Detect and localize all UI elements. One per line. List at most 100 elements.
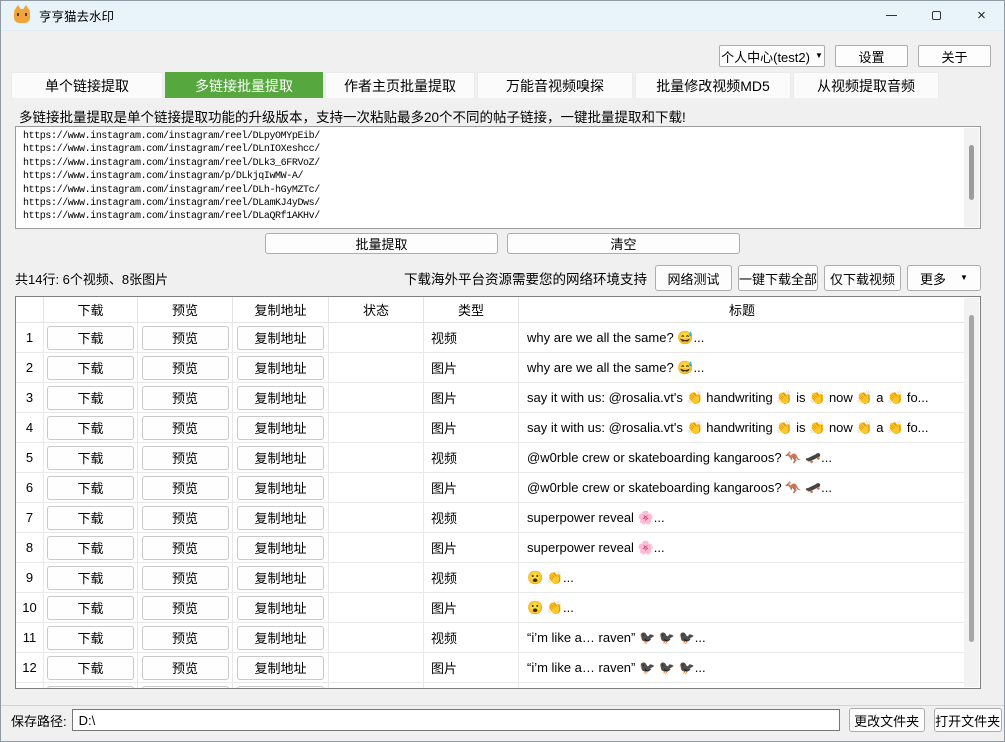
action-row: 批量提取 清空 [1, 233, 1004, 254]
row-title: superpower reveal 🌸... [519, 503, 965, 532]
row-download-button[interactable]: 下载 [47, 536, 134, 560]
row-download-button[interactable]: 下载 [47, 386, 134, 410]
tab-1[interactable]: 单个链接提取 [11, 72, 163, 98]
row-download-button[interactable]: 下载 [47, 626, 134, 650]
row-copy-button[interactable]: 复制地址 [237, 566, 324, 590]
row-type: 图片 [424, 653, 519, 682]
row-preview-button[interactable]: 预览 [142, 386, 229, 410]
row-preview-button[interactable]: 预览 [142, 656, 229, 680]
save-path-input[interactable] [72, 709, 840, 731]
batch-extract-button[interactable]: 批量提取 [265, 233, 498, 254]
table-scrollbar[interactable] [964, 298, 979, 687]
row-type [424, 683, 519, 689]
row-preview-button[interactable]: 预览 [142, 446, 229, 470]
row-copy-button[interactable]: 复制地址 [237, 596, 324, 620]
row-download-button[interactable]: 下载 [47, 596, 134, 620]
row-title: 😮 👏... [519, 563, 965, 592]
row-preview-button[interactable]: 预览 [142, 566, 229, 590]
tab-2[interactable]: 多链接批量提取 [165, 72, 323, 98]
row-preview-button[interactable]: 预览 [142, 506, 229, 530]
row-index: 3 [16, 383, 44, 412]
row-download-button[interactable]: 下载 [47, 326, 134, 350]
network-hint: 下载海外平台资源需要您的网络环境支持 [404, 268, 647, 288]
table-row: 3 下载 预览 复制地址 图片 say it with us: @rosalia… [16, 383, 965, 413]
table-row: 7 下载 预览 复制地址 视频 superpower reveal 🌸... [16, 503, 965, 533]
row-status [329, 353, 424, 382]
minimize-button[interactable] [869, 1, 914, 30]
row-copy-button[interactable]: 复制地址 [237, 326, 324, 350]
row-preview-button[interactable]: 预览 [142, 536, 229, 560]
table-row: 11 下载 预览 复制地址 视频 “i’m like a… raven” 🐦‍⬛… [16, 623, 965, 653]
row-index: 11 [16, 623, 44, 652]
row-copy-button[interactable]: 复制地址 [237, 506, 324, 530]
more-dropdown[interactable]: 更多 ▼ [907, 265, 981, 291]
download-video-only-button[interactable]: 仅下载视频 [824, 265, 901, 291]
row-type: 视频 [424, 563, 519, 592]
tab-4[interactable]: 万能音视频嗅探 [477, 72, 633, 98]
row-title [519, 683, 965, 689]
row-copy-button[interactable]: 复制地址 [237, 386, 324, 410]
open-folder-button[interactable]: 打开文件夹 [934, 708, 1002, 732]
tab-3[interactable]: 作者主页批量提取 [325, 72, 475, 98]
links-scrollbar-thumb[interactable] [969, 145, 974, 200]
row-download-button[interactable]: 下载 [47, 506, 134, 530]
row-preview-button[interactable]: 预览 [142, 326, 229, 350]
settings-button[interactable]: 设置 [835, 45, 908, 67]
row-preview-button[interactable]: 预览 [142, 596, 229, 620]
row-index: 13 [16, 683, 44, 689]
row-title: “i’m like a… raven” 🐦‍⬛ 🐦‍⬛ 🐦‍⬛... [519, 653, 965, 682]
row-copy-button[interactable]: 复制地址 [237, 686, 324, 690]
row-download-button[interactable]: 下载 [47, 416, 134, 440]
row-type: 视频 [424, 443, 519, 472]
row-title: say it with us: @rosalia.vt's 👏 handwrit… [519, 413, 965, 442]
row-index: 8 [16, 533, 44, 562]
close-button[interactable]: × [959, 1, 1004, 30]
row-index: 4 [16, 413, 44, 442]
clear-button[interactable]: 清空 [507, 233, 740, 254]
results-table: 下载 预览 复制地址 状态 类型 标题 1 下载 预览 复制地址 视频 why … [15, 296, 981, 689]
row-copy-button[interactable]: 复制地址 [237, 656, 324, 680]
change-folder-button[interactable]: 更改文件夹 [849, 708, 925, 732]
links-textarea[interactable]: https://www.instagram.com/instagram/reel… [15, 126, 981, 229]
about-button[interactable]: 关于 [918, 45, 991, 67]
row-index: 12 [16, 653, 44, 682]
chevron-down-icon: ▼ [815, 52, 823, 60]
row-copy-button[interactable]: 复制地址 [237, 446, 324, 470]
download-all-button[interactable]: 一键下载全部 [738, 265, 818, 291]
row-copy-button[interactable]: 复制地址 [237, 476, 324, 500]
maximize-button[interactable] [914, 1, 959, 30]
links-scrollbar[interactable] [964, 128, 979, 227]
account-dropdown[interactable]: 个人中心(test2) ▼ [719, 45, 825, 67]
row-index: 6 [16, 473, 44, 502]
row-copy-button[interactable]: 复制地址 [237, 536, 324, 560]
window-title: 亨亨猫去水印 [39, 6, 114, 25]
table-body: 1 下载 预览 复制地址 视频 why are we all the same?… [16, 323, 980, 689]
row-preview-button[interactable]: 预览 [142, 476, 229, 500]
tab-5[interactable]: 批量修改视频MD5 [635, 72, 791, 98]
row-download-button[interactable]: 下载 [47, 566, 134, 590]
row-type: 图片 [424, 383, 519, 412]
row-download-button[interactable]: 下载 [47, 686, 134, 690]
row-download-button[interactable]: 下载 [47, 476, 134, 500]
row-status [329, 383, 424, 412]
row-copy-button[interactable]: 复制地址 [237, 416, 324, 440]
tab-6[interactable]: 从视频提取音频 [793, 72, 939, 98]
table-row: 6 下载 预览 复制地址 图片 @w0rble crew or skateboa… [16, 473, 965, 503]
network-test-button[interactable]: 网络测试 [655, 265, 732, 291]
header-title: 标题 [519, 297, 965, 322]
row-copy-button[interactable]: 复制地址 [237, 626, 324, 650]
status-row: 共14行: 6个视频、8张图片 下载海外平台资源需要您的网络环境支持 网络测试 … [15, 265, 981, 291]
row-download-button[interactable]: 下载 [47, 656, 134, 680]
row-download-button[interactable]: 下载 [47, 356, 134, 380]
row-preview-button[interactable]: 预览 [142, 626, 229, 650]
table-scrollbar-thumb[interactable] [969, 315, 974, 642]
row-preview-button[interactable]: 预览 [142, 356, 229, 380]
row-download-button[interactable]: 下载 [47, 446, 134, 470]
row-preview-button[interactable]: 预览 [142, 416, 229, 440]
row-copy-button[interactable]: 复制地址 [237, 356, 324, 380]
header-index [16, 297, 44, 322]
table-row: 5 下载 预览 复制地址 视频 @w0rble crew or skateboa… [16, 443, 965, 473]
row-status [329, 503, 424, 532]
row-title: why are we all the same? 😅... [519, 323, 965, 352]
row-preview-button[interactable]: 预览 [142, 686, 229, 690]
